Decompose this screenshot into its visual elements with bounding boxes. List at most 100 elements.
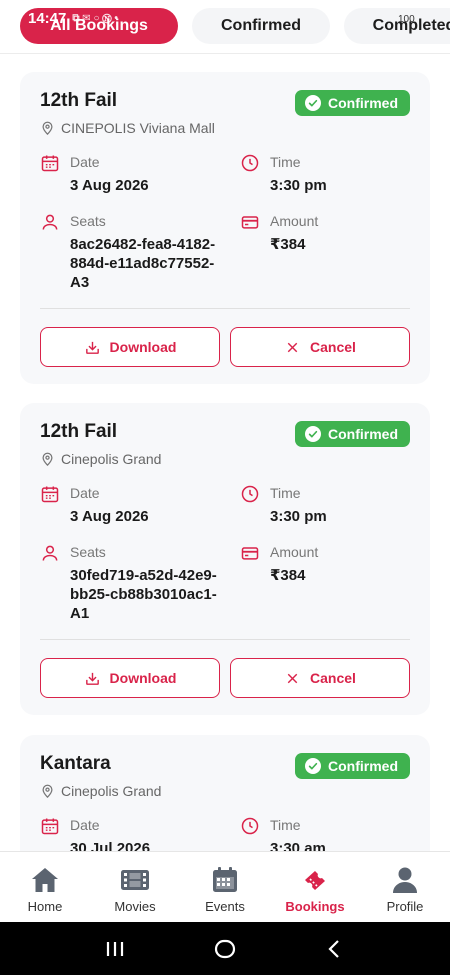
seats-label: Seats: [70, 544, 106, 560]
venue: Cinepolis Grand: [40, 451, 161, 467]
download-label: Download: [109, 339, 177, 355]
status-battery: 100: [398, 14, 415, 25]
tab-completed[interactable]: Completed: [344, 8, 450, 44]
status-badge: Confirmed: [295, 421, 410, 447]
location-pin-icon: [42, 452, 53, 466]
nav-movies[interactable]: Movies: [90, 852, 180, 922]
download-button[interactable]: Download: [40, 658, 220, 698]
time-info: Time 3:30 am: [240, 817, 326, 851]
film-icon: [121, 870, 149, 890]
clock-icon: [241, 817, 259, 835]
back-icon[interactable]: [323, 937, 347, 961]
nav-profile[interactable]: Profile: [360, 852, 450, 922]
venue: Cinepolis Grand: [40, 783, 161, 799]
person-icon: [42, 214, 58, 230]
venue-name: Cinepolis Grand: [61, 451, 162, 467]
nav-label: Bookings: [285, 899, 345, 914]
filter-tabs: All Bookings Confirmed Completed: [0, 0, 450, 54]
nav-label: Profile: [386, 899, 424, 914]
bottom-nav: Home Movies Events Bookings Profile: [0, 851, 450, 922]
amount-label: Amount: [270, 213, 319, 229]
home-button-icon[interactable]: [213, 937, 237, 961]
date-label: Date: [70, 154, 100, 170]
date-label: Date: [70, 485, 100, 501]
seats-info: Seats 30fed719-a52d-42e9-bb25-cb88b3010ac…: [40, 544, 220, 623]
system-nav-bar: [0, 922, 450, 975]
card-icon: [241, 547, 259, 560]
time-info: Time 3:30 pm: [240, 485, 327, 526]
date-info: Date 3 Aug 2026: [40, 154, 149, 195]
date-info: Date 3 Aug 2026: [40, 485, 149, 526]
check-circle-icon: [305, 758, 321, 774]
location-pin-icon: [42, 784, 53, 798]
movie-title: Kantara: [40, 753, 111, 774]
download-icon: [85, 672, 99, 685]
status-badge: Confirmed: [295, 753, 410, 779]
time-label: Time: [270, 817, 301, 833]
nav-label: Events: [205, 899, 245, 914]
time-value: 3:30 pm: [270, 177, 327, 194]
check-circle-icon: [305, 426, 321, 442]
status-badge: Confirmed: [295, 90, 410, 116]
cancel-button[interactable]: Cancel: [230, 327, 410, 367]
calendar-icon: [41, 486, 59, 503]
recent-apps-icon[interactable]: [103, 937, 127, 961]
amount-label: Amount: [270, 544, 319, 560]
seats-info: Seats 8ac26482-fea8-4182-884d-e11ad8c7755…: [40, 213, 220, 292]
download-button[interactable]: Download: [40, 327, 220, 367]
movie-title: 12th Fail: [40, 90, 118, 111]
cancel-button[interactable]: Cancel: [230, 658, 410, 698]
person-icon: [42, 545, 58, 561]
tab-confirmed[interactable]: Confirmed: [192, 8, 330, 44]
card-icon: [241, 216, 259, 229]
venue-name: CINEPOLIS Viviana Mall: [61, 120, 215, 136]
nav-label: Movies: [114, 899, 156, 914]
date-value: 3 Aug 2026: [70, 177, 149, 194]
status-bar: 14:47 ⧉ ✉ ○ Ⓝ •: [28, 10, 118, 27]
date-label: Date: [70, 817, 100, 833]
bookings-list[interactable]: 12th Fail CINEPOLIS Viviana Mall Confirm…: [0, 54, 450, 851]
time-label: Time: [270, 485, 301, 501]
status-label: Confirmed: [328, 758, 398, 774]
home-icon: [32, 868, 58, 892]
download-label: Download: [109, 670, 177, 686]
close-icon: [287, 673, 298, 683]
nav-home[interactable]: Home: [0, 852, 90, 922]
screen: All Bookings Confirmed Completed 14:47 ⧉…: [0, 0, 450, 975]
venue: CINEPOLIS Viviana Mall: [40, 120, 215, 136]
calendar-icon: [213, 867, 237, 892]
booking-card: 12th Fail CINEPOLIS Viviana Mall Confirm…: [20, 72, 430, 384]
status-icons: ⧉ ✉ ○ Ⓝ •: [72, 13, 118, 24]
amount-info: Amount ₹384: [240, 544, 318, 585]
calendar-icon: [41, 155, 59, 172]
venue-name: Cinepolis Grand: [61, 783, 162, 799]
booking-card: 12th Fail Cinepolis Grand Confirmed Date…: [20, 403, 430, 715]
close-icon: [287, 342, 298, 352]
date-value: 30 Jul 2026: [70, 840, 151, 851]
time-label: Time: [270, 154, 301, 170]
time-value: 3:30 am: [270, 840, 326, 851]
time-value: 3:30 pm: [270, 508, 327, 525]
seats-label: Seats: [70, 213, 106, 229]
date-info: Date 30 Jul 2026: [40, 817, 150, 851]
amount-value: ₹384: [270, 236, 306, 253]
booking-card: Kantara Cinepolis Grand Confirmed Date 30…: [20, 735, 430, 851]
amount-value: ₹384: [270, 567, 306, 584]
divider: [40, 308, 410, 309]
nav-bookings[interactable]: Bookings: [270, 852, 360, 922]
movie-title: 12th Fail: [40, 421, 118, 442]
cancel-label: Cancel: [310, 339, 356, 355]
time-info: Time 3:30 pm: [240, 154, 327, 195]
seats-value: 8ac26482-fea8-4182-884d-e11ad8c77552-A3: [70, 236, 216, 291]
amount-info: Amount ₹384: [240, 213, 318, 254]
nav-label: Home: [27, 899, 63, 914]
ticket-icon: [305, 871, 325, 890]
clock-icon: [241, 154, 259, 172]
check-circle-icon: [305, 95, 321, 111]
profile-icon: [393, 867, 417, 893]
nav-events[interactable]: Events: [180, 852, 270, 922]
cancel-label: Cancel: [310, 670, 356, 686]
date-value: 3 Aug 2026: [70, 508, 149, 525]
seats-value: 30fed719-a52d-42e9-bb25-cb88b3010ac1-A1: [70, 567, 217, 622]
clock-icon: [241, 485, 259, 503]
